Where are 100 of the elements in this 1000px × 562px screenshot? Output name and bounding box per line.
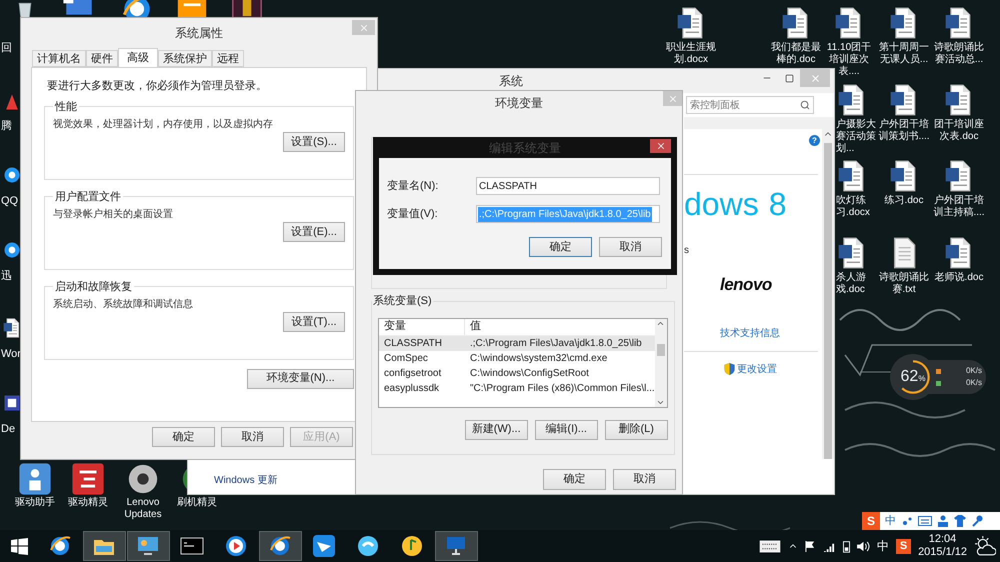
dialog-button[interactable]: 确定 (152, 427, 215, 447)
dialog-button[interactable]: 取消 (221, 427, 284, 447)
column-header[interactable]: 值 (465, 318, 481, 335)
desktop-icon-label[interactable]: 练习.doc (884, 195, 924, 207)
change-settings-link[interactable]: 更改设置 (737, 362, 777, 376)
clock[interactable]: 12:04 2015/1/12 (918, 533, 967, 559)
desktop-icon-label[interactable]: QQ (1, 193, 18, 210)
variable-value: .;C:\Program Files\Java\jdk1.8.0_25\lib (469, 336, 642, 350)
dialog-title: 系统属性 (175, 25, 223, 42)
desktop-icon-label[interactable]: 刷机精灵 (177, 497, 217, 509)
list-row[interactable]: easyplussdk "C:\Program Files (x86)\Common Files\l... (379, 380, 655, 396)
variable-name: configsetroot (383, 366, 442, 380)
list-row[interactable]: ComSpec C:\windows\system32\cmd.exe (379, 350, 655, 366)
desktop-icon-label[interactable]: De (1, 421, 16, 438)
desktop-icon-label[interactable]: 老师说.doc (934, 272, 984, 284)
desktop-icon-label[interactable]: 腾 (1, 118, 12, 134)
close-icon (810, 72, 820, 84)
desktop-shortcut-icon (2, 240, 22, 260)
user-icon[interactable] (937, 515, 949, 527)
desktop-icon-label[interactable]: 户外团干培训主持稿.... (933, 195, 985, 219)
taskbar-app-button[interactable] (258, 531, 302, 561)
group-description: 系统启动、系统故障和调试信息 (53, 298, 194, 312)
flag-icon[interactable] (805, 540, 816, 552)
sidebar-link[interactable]: Windows 更新 (214, 473, 356, 488)
desktop-icon-label[interactable]: 11.10团干培训座次表.... (823, 42, 875, 78)
dialog-title: 环境变量 (495, 95, 543, 112)
desktop-icon-label[interactable]: 吹灯练习.docx (836, 195, 878, 219)
windows-logo: dows 8 (684, 187, 788, 221)
search-field[interactable]: 索控制面板 (686, 96, 814, 114)
desktop-icon-label[interactable]: 诗歌朗诵比赛活动总... (933, 42, 985, 66)
dialog-button[interactable]: 确定 (543, 468, 606, 490)
scrollbar[interactable] (822, 129, 834, 459)
taskbar-app-button[interactable] (126, 531, 170, 561)
punctuation-icon[interactable] (901, 515, 913, 527)
text-field[interactable]: CLASSPATH (476, 177, 660, 195)
list-row[interactable]: CLASSPATH .;C:\Program Files\Java\jdk1.8.0_25\lib (379, 336, 655, 350)
shirt-icon[interactable] (954, 515, 966, 527)
environment-variables-button[interactable]: 环境变量(N)... (247, 368, 354, 388)
column-header[interactable]: 变量 (379, 318, 465, 335)
desktop-icon-label[interactable]: 驱动精灵 (68, 497, 108, 509)
scroll-thumb[interactable] (656, 344, 665, 356)
speed-reading: 0K/s (966, 365, 982, 377)
settings-button[interactable]: 设置(E)... (283, 222, 345, 242)
input-mode-toggle[interactable]: 中 (885, 512, 896, 530)
app-icon (444, 534, 468, 558)
desktop-icon-label[interactable]: 诗歌朗诵比赛.txt (878, 272, 930, 296)
desktop-icon-label[interactable]: Wor (1, 346, 21, 362)
desktop-icon-label[interactable]: 我们都是最棒的.doc (770, 42, 822, 66)
app-icon (268, 534, 292, 558)
volume-icon[interactable] (857, 540, 870, 552)
desktop-icon-label[interactable]: 职业生涯规划.docx (665, 42, 717, 66)
field-label: 变量名(N): (387, 178, 440, 194)
taskbar-app-button[interactable] (82, 531, 126, 561)
battery-icon[interactable] (843, 540, 850, 552)
variable-name: easyplussdk (383, 382, 440, 396)
scrollbar[interactable] (654, 318, 667, 406)
variable-name: CLASSPATH (383, 336, 443, 350)
desktop-icon-label[interactable]: 团干培训座次表.doc (933, 119, 985, 143)
tab[interactable]: 系统保护 (158, 50, 212, 67)
tab[interactable]: 高级 (118, 48, 158, 67)
settings-button[interactable]: 设置(S)... (283, 132, 345, 152)
keyboard-icon[interactable] (759, 540, 782, 552)
desktop-icon-label[interactable]: 第十周周一无课人员... (878, 42, 930, 66)
desktop-icon-label[interactable]: 户外团干培训策划书.... (878, 119, 930, 143)
app-icon (312, 534, 336, 558)
desktop-icon-label[interactable]: 回 (1, 40, 12, 56)
weather-icon[interactable] (974, 536, 996, 556)
scroll-thumb[interactable] (824, 143, 832, 459)
settings-button[interactable]: 设置(T)... (283, 312, 345, 332)
help-icon[interactable]: ? (809, 135, 820, 146)
app-icon (136, 534, 160, 558)
search-icon (800, 100, 810, 110)
group-title: 用户配置文件 (54, 190, 122, 204)
dialog-button[interactable]: 确定 (529, 237, 592, 257)
dialog-button[interactable]: 取消 (599, 237, 662, 257)
tab[interactable]: 远程 (212, 50, 244, 67)
group-description: 与登录帐户相关的桌面设置 (53, 208, 174, 222)
section-label: s (684, 244, 690, 258)
tab[interactable]: 硬件 (86, 50, 118, 67)
list-action-button[interactable]: 编辑(I)... (534, 420, 598, 440)
app-icon (356, 534, 380, 558)
desktop-icon-label[interactable]: Lenovo Updates (118, 497, 168, 521)
desktop-icon-label[interactable]: 迅 (1, 268, 12, 284)
close-button[interactable] (650, 139, 671, 153)
windows-icon (10, 538, 28, 554)
dialog-button[interactable]: 取消 (613, 468, 676, 490)
list-action-button[interactable]: 删除(L) (604, 420, 668, 440)
app-icon (48, 534, 72, 558)
desktop-shortcut-icon (2, 165, 22, 185)
list-action-button[interactable]: 新建(W)... (464, 420, 528, 440)
support-info-link[interactable]: 技术支持信息 (720, 326, 822, 340)
desktop-icon-label[interactable]: 驱动助手 (15, 497, 55, 509)
input-language[interactable]: 中 (877, 537, 890, 555)
wrench-icon[interactable] (971, 515, 983, 527)
variable-value: "C:\Program Files (x86)\Common Files\l... (469, 382, 655, 396)
desktop-icon-label[interactable]: 户摄影大赛活动策划... (836, 119, 878, 155)
tab[interactable]: 计算机名 (32, 50, 86, 67)
variable-value: C:\windows\system32\cmd.exe (469, 352, 608, 366)
list-row[interactable]: configsetroot C:\windows\ConfigSetRoot (379, 366, 655, 380)
desktop-icon-label[interactable]: 杀人游戏.doc (836, 272, 878, 296)
